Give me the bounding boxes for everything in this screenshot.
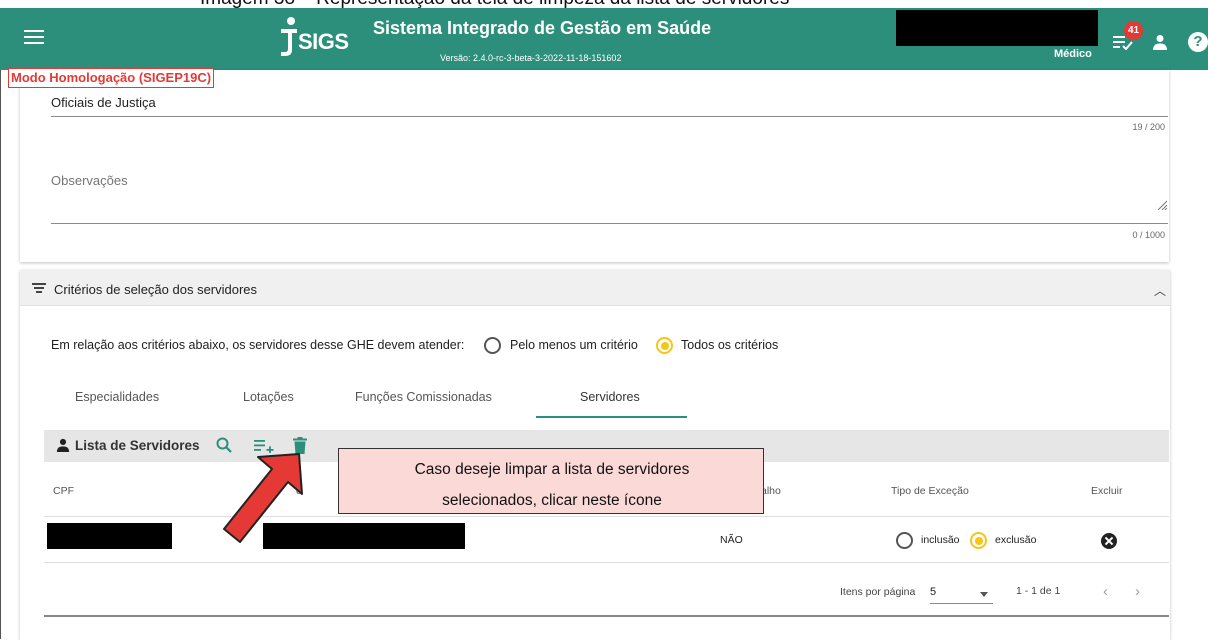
tab-lotacoes[interactable]: Lotações: [243, 390, 294, 404]
notification-badge: 41: [1124, 21, 1143, 40]
page-left-edge: [0, 70, 8, 639]
items-per-page-label: Itens por página: [840, 586, 916, 598]
tab-servidores[interactable]: Servidores: [580, 390, 640, 404]
observations-field-underline: [51, 223, 1168, 224]
description-field-value[interactable]: Oficiais de Justiça: [51, 95, 156, 110]
radio-any-criterion[interactable]: [484, 337, 501, 354]
criteria-instruction: Em relação aos critérios abaixo, os serv…: [51, 338, 465, 352]
person-icon[interactable]: [1152, 34, 1168, 50]
redacted-user-name: [896, 10, 1098, 46]
row-divider: [44, 562, 1169, 563]
observations-field[interactable]: Observações: [51, 173, 128, 188]
column-header-delete: Excluir: [1091, 485, 1123, 497]
callout-line-2: selecionados, clicar neste ícone: [442, 492, 662, 509]
description-char-counter: 19 / 200: [1132, 122, 1165, 132]
annotation-arrow-icon: [223, 453, 303, 543]
active-tab-indicator: [536, 416, 687, 418]
logo-text: SIGS: [298, 29, 349, 54]
page-size-value: 5: [930, 586, 937, 598]
redacted-cpf: [47, 523, 172, 549]
remove-circle-icon[interactable]: [1101, 533, 1117, 549]
page-size-select[interactable]: 5: [930, 582, 993, 604]
menu-icon[interactable]: [24, 30, 44, 46]
environment-mode-label: Modo Homologação (SIGEP19C): [8, 68, 215, 88]
column-header-cpf: CPF: [53, 485, 74, 497]
pagination-range: 1 - 1 de 1: [1016, 585, 1061, 597]
annotation-callout: Caso deseje limpar a lista de servidores…: [338, 448, 764, 514]
app-title: Sistema Integrado de Gestão em Saúde: [373, 18, 712, 38]
figure-caption: Imagem 38 – Representação da tela de lim…: [0, 0, 1208, 8]
user-role: Médico: [1054, 48, 1092, 60]
previous-page-button[interactable]: ‹: [1103, 583, 1108, 600]
chevron-up-icon[interactable]: ︿: [1154, 282, 1166, 299]
dropdown-arrow-icon: [980, 592, 988, 597]
criteria-panel-header[interactable]: Critérios de seleção dos servidores ︿: [20, 270, 1170, 306]
resize-handle-icon[interactable]: [1157, 200, 1167, 210]
next-page-button[interactable]: ›: [1135, 583, 1140, 600]
criteria-panel-title: Critérios de seleção dos servidores: [54, 282, 258, 297]
filter-list-icon: [32, 282, 46, 294]
radio-inclusion-label: inclusão: [921, 534, 960, 546]
radio-any-criterion-label: Pelo menos um critério: [510, 338, 638, 352]
app-toolbar: SIGS Sistema Integrado de Gestão em Saúd…: [0, 8, 1208, 70]
radio-all-criteria[interactable]: [656, 337, 673, 354]
table-bottom-divider: [44, 615, 1169, 617]
tab-especialidades[interactable]: Especialidades: [75, 390, 159, 404]
radio-all-criteria-label: Todos os critérios: [681, 338, 779, 352]
radio-inclusion[interactable]: [896, 532, 913, 549]
ghe-details-card: Oficiais de Justiça 19 / 200 Observações…: [20, 70, 1169, 262]
description-field-underline: [51, 116, 1168, 117]
version-label: Versão: 2.4.0-rc-3-beta-3-2022-11-18-151…: [440, 53, 622, 63]
header-divider: [44, 516, 1169, 517]
server-list-title: Lista de Servidores: [75, 438, 200, 453]
observations-char-counter: 0 / 1000: [1132, 230, 1165, 240]
help-icon[interactable]: ?: [1188, 32, 1208, 52]
figure-caption-text: Imagem 38 – Representação da tela de lim…: [200, 0, 789, 8]
radio-exclusion[interactable]: [970, 532, 987, 549]
person-icon: [56, 438, 70, 452]
radio-exclusion-label: exclusão: [995, 534, 1037, 546]
column-header-exception-type: Tipo de Exceção: [891, 485, 969, 497]
tab-funcoes-comissionadas[interactable]: Funções Comissionadas: [355, 390, 492, 404]
callout-line-1: Caso deseje limpar a lista de servidores: [414, 461, 690, 478]
work-cell: NÃO: [720, 534, 743, 546]
